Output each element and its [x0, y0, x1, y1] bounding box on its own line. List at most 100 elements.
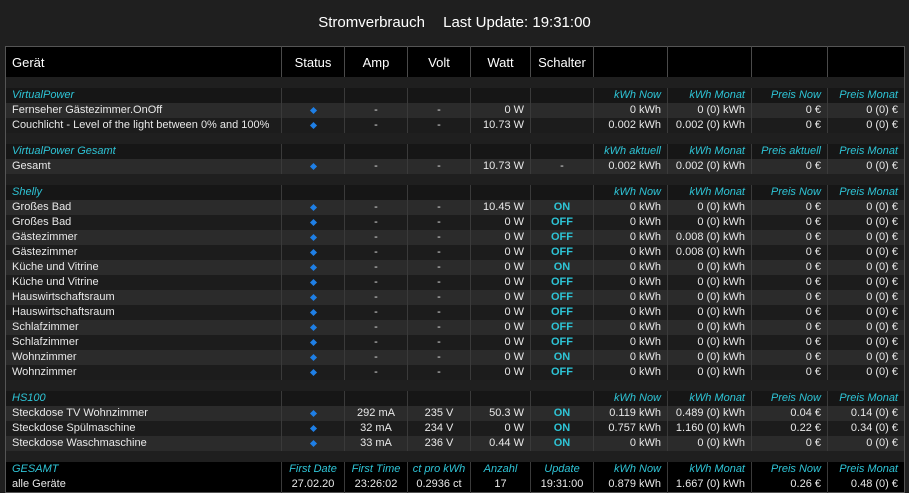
switch-toggle[interactable]: OFF — [530, 335, 594, 350]
amp-value: 292 mA — [344, 406, 408, 421]
price-month-value: 0 (0) € — [827, 320, 905, 335]
status-cell — [281, 290, 345, 305]
footer-label-row: GESAMT First Date First Time ct pro kWh Anza… — [5, 462, 905, 477]
kwh-now-value: 0.002 kWh — [593, 159, 668, 174]
price-month-value: 0 (0) € — [827, 103, 905, 118]
switch-toggle[interactable]: OFF — [530, 275, 594, 290]
footer-label: kWh Monat — [667, 462, 752, 477]
column-header-5: Schalter — [530, 46, 594, 77]
diamond-status-icon — [309, 263, 317, 271]
switch-toggle[interactable]: OFF — [530, 365, 594, 380]
kwh-month-value: 0 (0) kWh — [667, 436, 752, 451]
volt-value: - — [407, 305, 471, 320]
group-empty-cell — [281, 88, 345, 103]
watt-value: 0 W — [470, 260, 531, 275]
diamond-status-icon — [309, 233, 317, 241]
switch-toggle[interactable]: ON — [530, 200, 594, 215]
group-name: VirtualPower — [5, 88, 282, 103]
column-header-4: Watt — [470, 46, 531, 77]
device-name: Gästezimmer — [5, 245, 282, 260]
last-update-label: Last Update: — [443, 14, 529, 31]
switch-toggle[interactable]: OFF — [530, 245, 594, 260]
price-now-value: 0 € — [751, 103, 828, 118]
switch-toggle[interactable]: OFF — [530, 290, 594, 305]
amp-value: - — [344, 118, 408, 133]
footer-value: 0.48 (0) € — [827, 477, 905, 493]
price-now-value: 0 € — [751, 365, 828, 380]
kwh-month-value: 0.008 (0) kWh — [667, 245, 752, 260]
table-row: Wohnzimmer - -0 W ON 0 kWh 0 (0) kWh 0 €0 (0) … — [5, 350, 905, 365]
group-empty-cell — [470, 88, 531, 103]
device-name: Küche und Vitrine — [5, 275, 282, 290]
switch-toggle[interactable]: ON — [530, 260, 594, 275]
group-empty-cell — [407, 391, 471, 406]
group-header-row: VirtualPower kWh Now kWh Monat Preis Now Pre… — [5, 88, 905, 103]
switch-toggle[interactable]: OFF — [530, 230, 594, 245]
kwh-now-value: 0.757 kWh — [593, 421, 668, 436]
kwh-now-value: 0 kWh — [593, 335, 668, 350]
price-month-value: 0 (0) € — [827, 436, 905, 451]
diamond-status-icon — [309, 308, 317, 316]
kwh-now-value: 0 kWh — [593, 275, 668, 290]
footer-label: Update — [530, 462, 594, 477]
switch-toggle[interactable]: ON — [530, 406, 594, 421]
switch-toggle[interactable]: ON — [530, 350, 594, 365]
group-spacer — [5, 174, 905, 185]
price-month-value: 0.34 (0) € — [827, 421, 905, 436]
switch-toggle[interactable]: ON — [530, 421, 594, 436]
kwh-month-value: 0 (0) kWh — [667, 200, 752, 215]
price-now-value: 0 € — [751, 436, 828, 451]
device-name: Küche und Vitrine — [5, 260, 282, 275]
table-row: Couchlicht - Level of the light between … — [5, 118, 905, 133]
diamond-status-icon — [309, 248, 317, 256]
volt-value: - — [407, 290, 471, 305]
group-empty-cell — [407, 88, 471, 103]
price-month-value: 0 (0) € — [827, 350, 905, 365]
kwh-now-value: 0 kWh — [593, 436, 668, 451]
table-row: Gästezimmer - -0 W OFF 0 kWh 0.008 (0) kWh 0 €… — [5, 230, 905, 245]
price-now-value: 0 € — [751, 230, 828, 245]
status-cell — [281, 406, 345, 421]
page-header: Stromverbrauch Last Update: 19:31:00 — [0, 0, 909, 46]
device-name: Großes Bad — [5, 215, 282, 230]
switch-toggle[interactable]: ON — [530, 436, 594, 451]
switch-toggle[interactable]: OFF — [530, 215, 594, 230]
switch-toggle[interactable]: OFF — [530, 320, 594, 335]
volt-value: - — [407, 103, 471, 118]
amp-value: - — [344, 305, 408, 320]
power-table: Gerät Status Amp Volt Watt Schalter VirtualPo… — [5, 46, 905, 493]
volt-value: - — [407, 230, 471, 245]
kwh-now-value: 0 kWh — [593, 260, 668, 275]
volt-value: - — [407, 215, 471, 230]
table-row: Steckdose Spülmaschine 32 mA 234 V0 W ON 0.7… — [5, 421, 905, 436]
watt-value: 0 W — [470, 245, 531, 260]
footer-label: kWh Now — [593, 462, 668, 477]
amp-value: 33 mA — [344, 436, 408, 451]
price-now-value: 0.04 € — [751, 406, 828, 421]
group-empty-cell — [344, 88, 408, 103]
spacer-cell — [5, 174, 905, 185]
kwh-now-value: 0.002 kWh — [593, 118, 668, 133]
group-column-label: Preis Monat — [827, 144, 905, 159]
kwh-month-value: 0 (0) kWh — [667, 260, 752, 275]
diamond-status-icon — [309, 323, 317, 331]
price-month-value: 0 (0) € — [827, 305, 905, 320]
amp-value: - — [344, 275, 408, 290]
group-column-label: kWh Monat — [667, 88, 752, 103]
group-header-row: HS100 kWh Now kWh Monat Preis Now Preis Mona… — [5, 391, 905, 406]
group-empty-cell — [530, 391, 594, 406]
footer-label: Preis Now — [751, 462, 828, 477]
amp-value: - — [344, 200, 408, 215]
volt-value: 234 V — [407, 421, 471, 436]
watt-value: 0 W — [470, 215, 531, 230]
kwh-month-value: 0.008 (0) kWh — [667, 230, 752, 245]
footer-label: Preis Monat — [827, 462, 905, 477]
device-name: Fernseher Gästezimmer.OnOff — [5, 103, 282, 118]
switch-toggle[interactable]: OFF — [530, 305, 594, 320]
footer-value: 19:31:00 — [530, 477, 594, 493]
group-empty-cell — [344, 185, 408, 200]
kwh-month-value: 0 (0) kWh — [667, 350, 752, 365]
group-column-label: Preis Monat — [827, 88, 905, 103]
status-cell — [281, 230, 345, 245]
footer-value: 1.667 (0) kWh — [667, 477, 752, 493]
